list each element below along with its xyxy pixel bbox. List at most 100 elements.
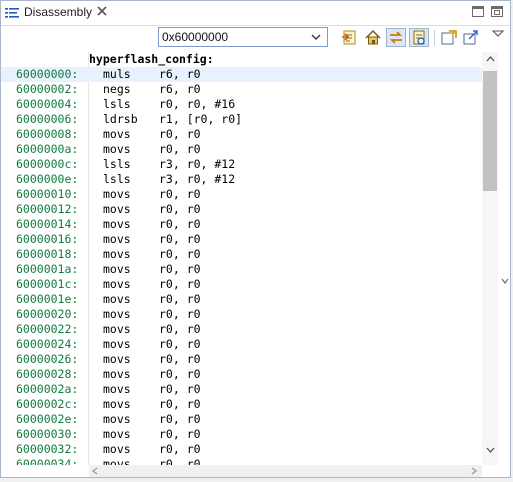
instruction-address: 6000000c: [16, 157, 79, 171]
instruction-row[interactable]: 60000024: movs r0, r0 [1, 337, 482, 352]
instruction-row[interactable]: 6000002c: movs r0, r0 [1, 397, 482, 412]
instruction-operands: r0, r0 [159, 382, 201, 396]
instruction-row[interactable]: 60000034: movs r0, r0 [1, 457, 482, 465]
goto-address-icon[interactable] [340, 28, 360, 47]
export-icon[interactable] [461, 28, 481, 47]
instruction-operands: r0, r0 [159, 127, 201, 141]
instruction-operands: r0, r0 [159, 442, 201, 456]
instruction-operands: r0, r0 [159, 217, 201, 231]
instruction-operands: r0, r0 [159, 232, 201, 246]
instruction-row[interactable]: 6000002e: movs r0, r0 [1, 412, 482, 427]
view-menu-icon[interactable] [491, 28, 505, 40]
instruction-row[interactable]: 6000000c: lsls r3, r0, #12 [1, 157, 482, 172]
instruction-mnemonic: movs [103, 307, 131, 321]
instruction-mnemonic: lsls [103, 97, 131, 111]
maximize-icon[interactable] [490, 5, 504, 18]
scroll-left-icon[interactable] [92, 467, 98, 475]
instruction-address: 60000000: [16, 67, 79, 81]
open-in-editor-icon[interactable] [439, 28, 459, 47]
instruction-row[interactable]: 60000016: movs r0, r0 [1, 232, 482, 247]
home-icon[interactable] [363, 28, 383, 47]
instruction-address: 60000034: [16, 457, 79, 465]
instruction-address: 6000001c: [16, 277, 79, 291]
link-with-editor-icon [389, 31, 403, 44]
instruction-mnemonic: movs [103, 367, 131, 381]
instruction-address: 60000010: [16, 187, 79, 201]
instruction-row[interactable]: 60000004: lsls r0, r0, #16 [1, 97, 482, 112]
vertical-scrollbar[interactable] [482, 52, 498, 465]
instruction-mnemonic: movs [103, 397, 131, 411]
instruction-address: 60000018: [16, 247, 79, 261]
instruction-operands: r0, r0 [159, 337, 201, 351]
instruction-operands: r0, r0 [159, 367, 201, 381]
instruction-row[interactable]: 60000026: movs r0, r0 [1, 352, 482, 367]
instruction-row[interactable]: 6000002a: movs r0, r0 [1, 382, 482, 397]
instruction-operands: r0, r0 [159, 457, 201, 465]
instruction-row[interactable]: 60000018: movs r0, r0 [1, 247, 482, 262]
instruction-mnemonic: ldrsb [103, 112, 138, 126]
instruction-mnemonic: movs [103, 457, 131, 465]
instruction-address: 60000014: [16, 217, 79, 231]
instruction-operands: r3, r0, #12 [159, 172, 236, 186]
instruction-address: 60000026: [16, 352, 79, 366]
instruction-row[interactable]: 60000008: movs r0, r0 [1, 127, 482, 142]
ruler-toggle-icon[interactable] [501, 278, 509, 285]
instruction-address: 6000002c: [16, 397, 79, 411]
scroll-down-icon[interactable] [486, 447, 495, 453]
instruction-mnemonic: movs [103, 232, 131, 246]
instruction-row[interactable]: 60000020: movs r0, r0 [1, 307, 482, 322]
instruction-operands: r1, [r0, r0] [159, 112, 243, 126]
scroll-up-icon[interactable] [486, 56, 495, 62]
instruction-mnemonic: movs [103, 277, 131, 291]
instruction-operands: r0, r0 [159, 397, 201, 411]
instruction-row[interactable]: 60000022: movs r0, r0 [1, 322, 482, 337]
disassembly-listing[interactable]: hyperflash_config: 60000000: muls r6, r0 60… [1, 52, 482, 465]
disassembly-view-icon [5, 8, 19, 18]
instruction-row[interactable]: 60000002: negs r6, r0 [1, 82, 482, 97]
toolbar-separator [434, 30, 435, 46]
instruction-mnemonic: movs [103, 142, 131, 156]
instruction-mnemonic: movs [103, 427, 131, 441]
instruction-mnemonic: movs [103, 322, 131, 336]
scroll-right-icon[interactable] [471, 467, 477, 475]
link-with-editor-button[interactable] [386, 28, 406, 47]
instruction-mnemonic: movs [103, 352, 131, 366]
scrollbar-thumb[interactable] [483, 71, 497, 191]
horizontal-scrollbar[interactable] [89, 465, 482, 477]
refresh-icon [413, 30, 425, 45]
instruction-row[interactable]: 60000012: movs r0, r0 [1, 202, 482, 217]
instruction-operands: r0, r0 [159, 307, 201, 321]
instruction-row[interactable]: 6000001c: movs r0, r0 [1, 277, 482, 292]
instruction-address: 60000006: [16, 112, 79, 126]
instruction-mnemonic: lsls [103, 157, 131, 171]
instruction-mnemonic: movs [103, 217, 131, 231]
address-input[interactable] [162, 29, 307, 45]
instruction-mnemonic: movs [103, 187, 131, 201]
instruction-row[interactable]: 6000000e: lsls r3, r0, #12 [1, 172, 482, 187]
instruction-address: 6000002a: [16, 382, 79, 396]
instruction-mnemonic: movs [103, 382, 131, 396]
refresh-button[interactable] [409, 28, 429, 47]
instruction-operands: r0, r0 [159, 142, 201, 156]
instruction-row[interactable]: 60000030: movs r0, r0 [1, 427, 482, 442]
instruction-operands: r0, r0 [159, 352, 201, 366]
instruction-row[interactable]: 60000032: movs r0, r0 [1, 442, 482, 457]
instruction-row[interactable]: 60000010: movs r0, r0 [1, 187, 482, 202]
instruction-operands: r0, r0 [159, 187, 201, 201]
tab-disassembly[interactable]: Disassembly [1, 1, 115, 25]
address-combo[interactable] [158, 27, 328, 47]
instruction-row[interactable]: 6000001e: movs r0, r0 [1, 292, 482, 307]
instruction-row[interactable]: 60000014: movs r0, r0 [1, 217, 482, 232]
minimize-icon[interactable] [471, 5, 485, 18]
instruction-row[interactable]: 6000001a: movs r0, r0 [1, 262, 482, 277]
close-icon[interactable] [97, 6, 107, 16]
instruction-mnemonic: movs [103, 412, 131, 426]
chevron-down-icon[interactable] [311, 33, 321, 41]
instruction-address: 60000022: [16, 322, 79, 336]
instruction-row[interactable]: 60000028: movs r0, r0 [1, 367, 482, 382]
instruction-address: 60000002: [16, 82, 79, 96]
instruction-row[interactable]: 6000000a: movs r0, r0 [1, 142, 482, 157]
current-instruction-row[interactable]: 60000000: muls r6, r0 [1, 67, 482, 82]
instruction-row[interactable]: 60000006: ldrsb r1, [r0, r0] [1, 112, 482, 127]
instruction-operands: r0, r0 [159, 322, 201, 336]
